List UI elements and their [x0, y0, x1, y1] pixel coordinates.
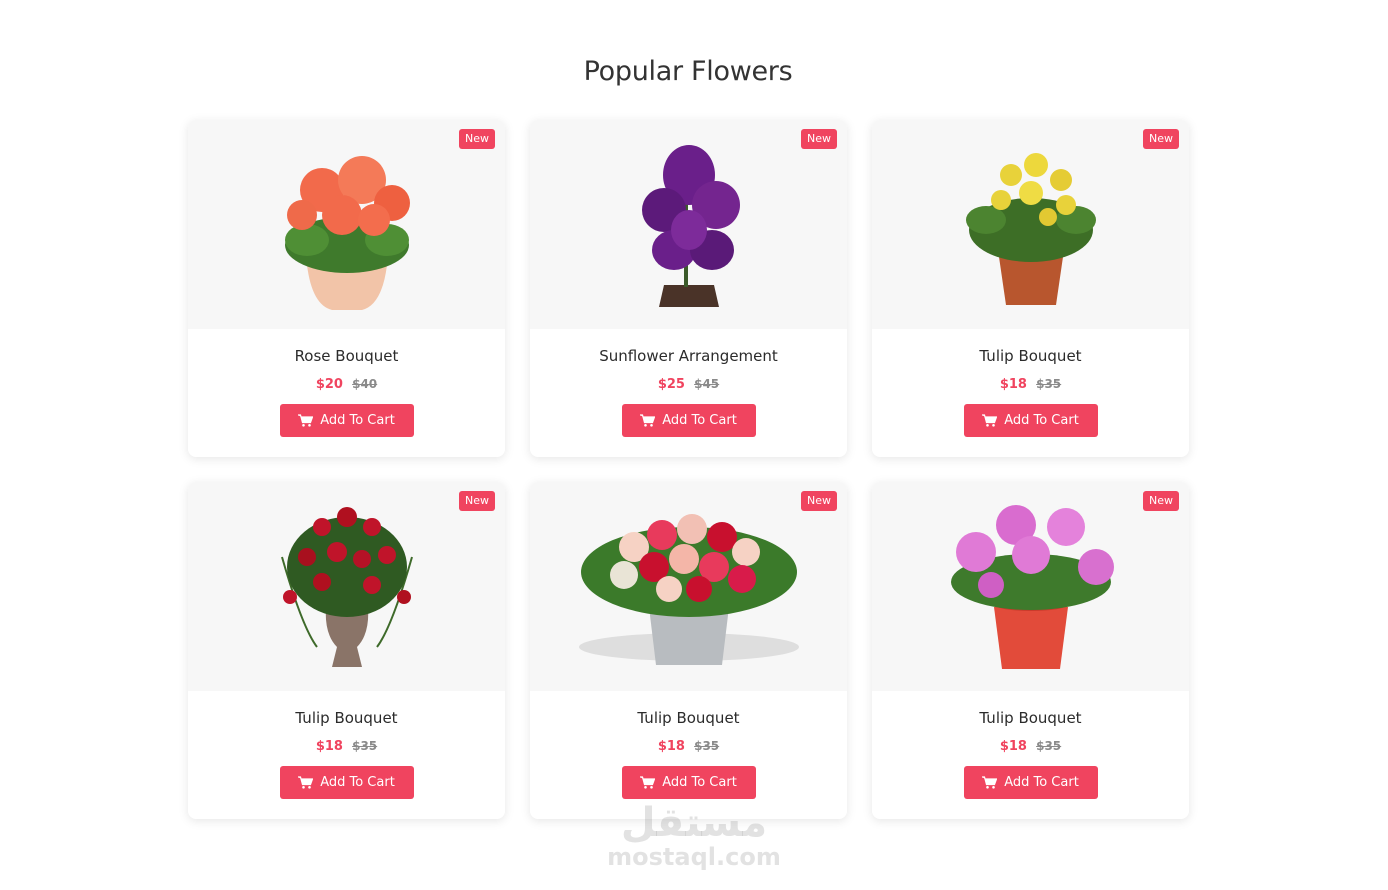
product-card: New Tulip Bouquet $18 $35 Add To Cart [872, 120, 1189, 457]
product-image[interactable]: New [872, 120, 1189, 329]
current-price: $25 [657, 377, 685, 392]
watermark-url: mostaql.com [607, 843, 781, 871]
current-price: $20 [315, 377, 343, 392]
product-card: New Tulip Bouquet $18 $35 Add To Cart [872, 482, 1189, 819]
add-to-cart-label: Add To Cart [662, 775, 737, 790]
watermark-logo: مستقل [620, 800, 768, 846]
product-card: New Tulip Bouquet $18 $35 Add To Cart [188, 482, 505, 819]
price-row: $18 $35 [188, 737, 505, 755]
price-row: $18 $35 [872, 737, 1189, 755]
product-image[interactable]: New [872, 482, 1189, 691]
add-to-cart-label: Add To Cart [320, 413, 395, 428]
new-badge: New [801, 491, 837, 511]
product-image[interactable]: New [188, 120, 505, 329]
add-to-cart-button[interactable]: Add To Cart [963, 766, 1098, 799]
old-price: $35 [1036, 739, 1062, 753]
product-title[interactable]: Tulip Bouquet [872, 708, 1189, 728]
add-to-cart-button[interactable]: Add To Cart [621, 766, 756, 799]
product-title[interactable]: Tulip Bouquet [872, 346, 1189, 366]
current-price: $18 [999, 377, 1027, 392]
product-card: New Rose Bouquet $20 $40 Add To Cart [188, 120, 505, 457]
product-title[interactable]: Sunflower Arrangement [530, 346, 847, 366]
price-row: $18 $35 [872, 375, 1189, 393]
add-to-cart-button[interactable]: Add To Cart [279, 404, 414, 437]
product-title[interactable]: Tulip Bouquet [188, 708, 505, 728]
add-to-cart-label: Add To Cart [662, 413, 737, 428]
shopping-cart-icon [982, 776, 998, 789]
new-badge: New [1143, 491, 1179, 511]
shopping-cart-icon [982, 414, 998, 427]
add-to-cart-label: Add To Cart [1004, 413, 1079, 428]
product-card: New Tulip Bouquet $18 $35 Add To Cart [530, 482, 847, 819]
shopping-cart-icon [640, 776, 656, 789]
purple-orchid-pot-icon [641, 144, 740, 307]
old-price: $35 [694, 739, 720, 753]
new-badge: New [459, 129, 495, 149]
product-image[interactable]: New [188, 482, 505, 691]
red-flowers-urn-icon [280, 506, 413, 667]
mixed-roses-bucket-icon [578, 513, 799, 665]
product-image[interactable]: New [530, 482, 847, 691]
old-price: $35 [352, 739, 378, 753]
section-title: Popular Flowers [583, 56, 793, 87]
shopping-cart-icon [298, 414, 314, 427]
current-price: $18 [657, 739, 685, 754]
add-to-cart-button[interactable]: Add To Cart [621, 404, 756, 437]
old-price: $45 [694, 377, 720, 391]
add-to-cart-button[interactable]: Add To Cart [963, 404, 1098, 437]
shopping-cart-icon [298, 776, 314, 789]
product-title[interactable]: Rose Bouquet [188, 346, 505, 366]
orange-geranium-pot-icon [284, 155, 410, 310]
new-badge: New [1143, 129, 1179, 149]
old-price: $40 [352, 377, 378, 391]
add-to-cart-button[interactable]: Add To Cart [279, 766, 414, 799]
new-badge: New [801, 129, 837, 149]
new-badge: New [459, 491, 495, 511]
yellow-primrose-pot-icon [965, 152, 1096, 305]
add-to-cart-label: Add To Cart [320, 775, 395, 790]
shopping-cart-icon [640, 414, 656, 427]
old-price: $35 [1036, 377, 1062, 391]
price-row: $20 $40 [188, 375, 505, 393]
current-price: $18 [315, 739, 343, 754]
current-price: $18 [999, 739, 1027, 754]
product-card: New Sunflower Arrangement $25 $45 Add To… [530, 120, 847, 457]
pink-hydrangea-pot-icon [950, 504, 1114, 669]
product-grid: New Rose Bouquet $20 $40 Add To Cart New… [188, 120, 1189, 819]
price-row: $18 $35 [530, 737, 847, 755]
add-to-cart-label: Add To Cart [1004, 775, 1079, 790]
price-row: $25 $45 [530, 375, 847, 393]
product-image[interactable]: New [530, 120, 847, 329]
product-title[interactable]: Tulip Bouquet [530, 708, 847, 728]
